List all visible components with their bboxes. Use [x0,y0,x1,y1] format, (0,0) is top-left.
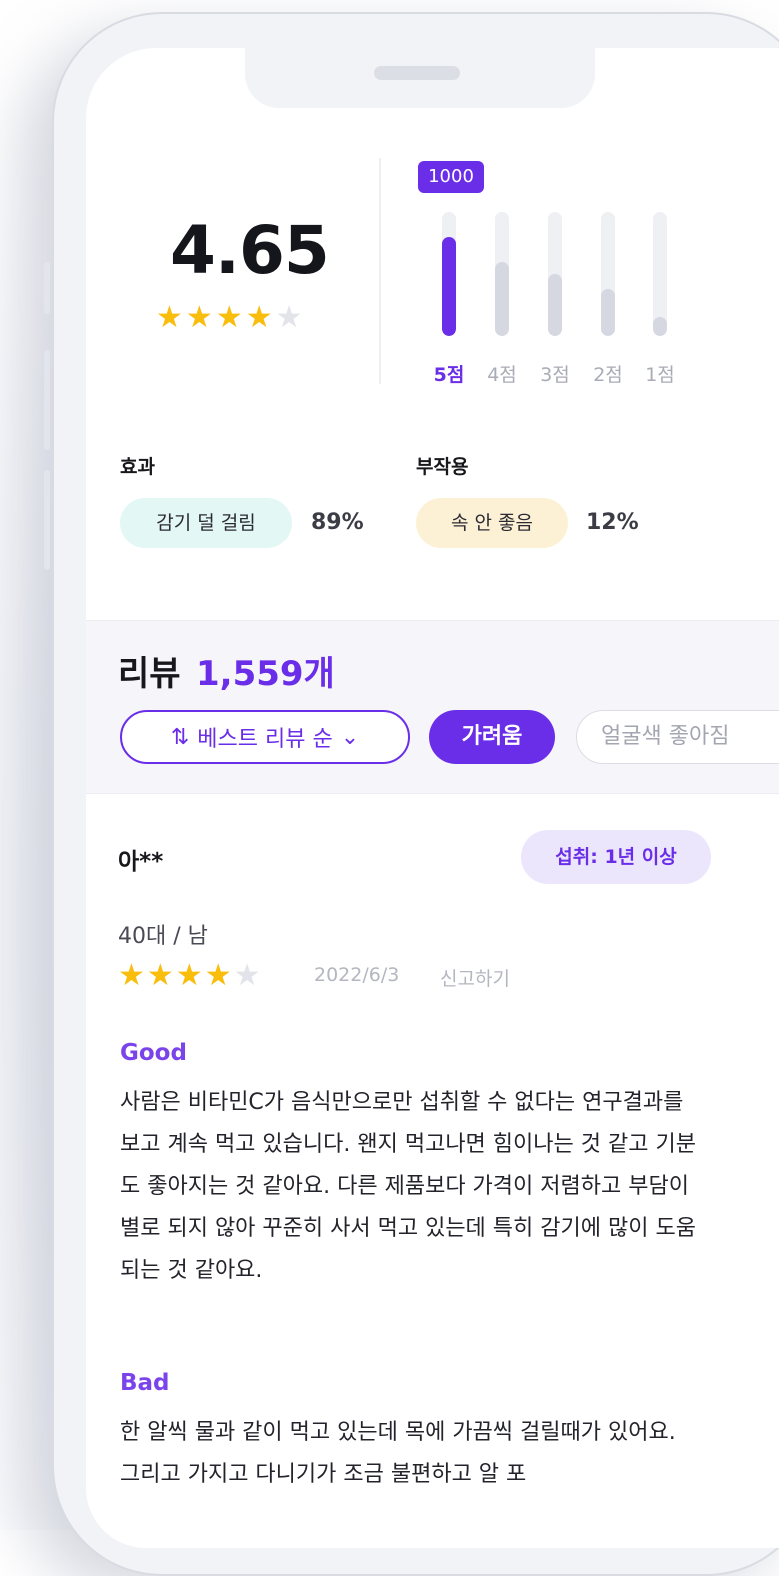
rating-bar-4 [495,212,509,336]
rating-label-1[interactable]: 1점 [640,360,680,387]
phone-side-button [44,350,50,450]
effect-heading: 효과 [120,456,155,478]
rating-bar-3 [548,212,562,336]
reviewer-name: 아** [118,849,164,875]
side-effect-chip[interactable]: 속 안 좋음 [416,498,568,548]
phone-side-button [44,470,50,570]
rating-bar-5 [442,212,456,336]
rating-bar-fill [548,274,562,336]
star-icon: ★ [156,300,183,335]
rating-bar-fill [601,288,615,336]
bad-text: 한 알씩 물과 같이 먹고 있는데 목에 가끔씩 걸릴때가 있어요. 그리고 가… [120,1420,676,1487]
rating-bar-fill [442,236,456,336]
rating-bar-1 [653,212,667,336]
review-date: 2022/6/3 [314,964,400,986]
reviewer-demographic: 40대 / 남 [118,924,208,949]
star-icon: ★ [118,958,145,993]
count-badge: 1000 [418,161,484,193]
side-effect-heading: 부작용 [416,456,469,478]
rating-label-3[interactable]: 3점 [535,360,575,387]
star-empty-icon: ★ [233,958,261,993]
effect-chip[interactable]: 감기 덜 걸림 [120,498,292,548]
star-empty-icon: ★ [275,300,303,335]
reviews-title: 리뷰 [118,654,181,694]
star-icon: ★ [185,300,213,335]
good-text: 사람은 비타민C가 음식만으로만 섭취할 수 없다는 연구결과를 보고 계속 먹… [120,1090,696,1283]
chevron-down-icon: ⌄ [340,724,360,750]
star-icon: ★ [245,300,273,335]
average-stars: ★ ★ ★ ★ ★ [156,302,303,334]
reviews-header [86,620,779,794]
rating-bar-fill [653,317,667,336]
sort-label: 베스트 리뷰 순 [197,727,333,752]
rating-label-2[interactable]: 2점 [588,360,628,387]
intake-badge: 섭취: 1년 이상 [521,830,711,884]
rating-bar-fill [495,261,509,336]
side-effect-percent: 12% [586,510,639,535]
review-stars: ★ ★ ★ ★ ★ [118,960,261,992]
sort-dropdown[interactable]: ⇅ 베스트 리뷰 순 ⌄ [120,710,410,764]
rating-label-5[interactable]: 5점 [429,360,469,387]
average-score: 4.65 [170,212,330,289]
divider [379,158,381,384]
filter-chip-active[interactable]: 가려움 [429,710,555,764]
star-icon: ★ [215,300,243,335]
sort-icon: ⇅ [170,724,190,750]
speaker-grille [374,66,460,80]
report-link[interactable]: 신고하기 [440,964,510,991]
rating-label-4[interactable]: 4점 [482,360,522,387]
bad-label: Bad [120,1370,170,1396]
star-icon: ★ [175,958,203,993]
good-label: Good [120,1040,187,1066]
reviews-count: 1,559개 [196,654,335,694]
phone-side-button [44,262,50,314]
star-icon: ★ [204,958,232,993]
rating-bar-2 [601,212,615,336]
star-icon: ★ [146,958,174,993]
filter-chip[interactable]: 얼굴색 좋아짐 [576,710,779,764]
effect-percent: 89% [311,510,364,535]
